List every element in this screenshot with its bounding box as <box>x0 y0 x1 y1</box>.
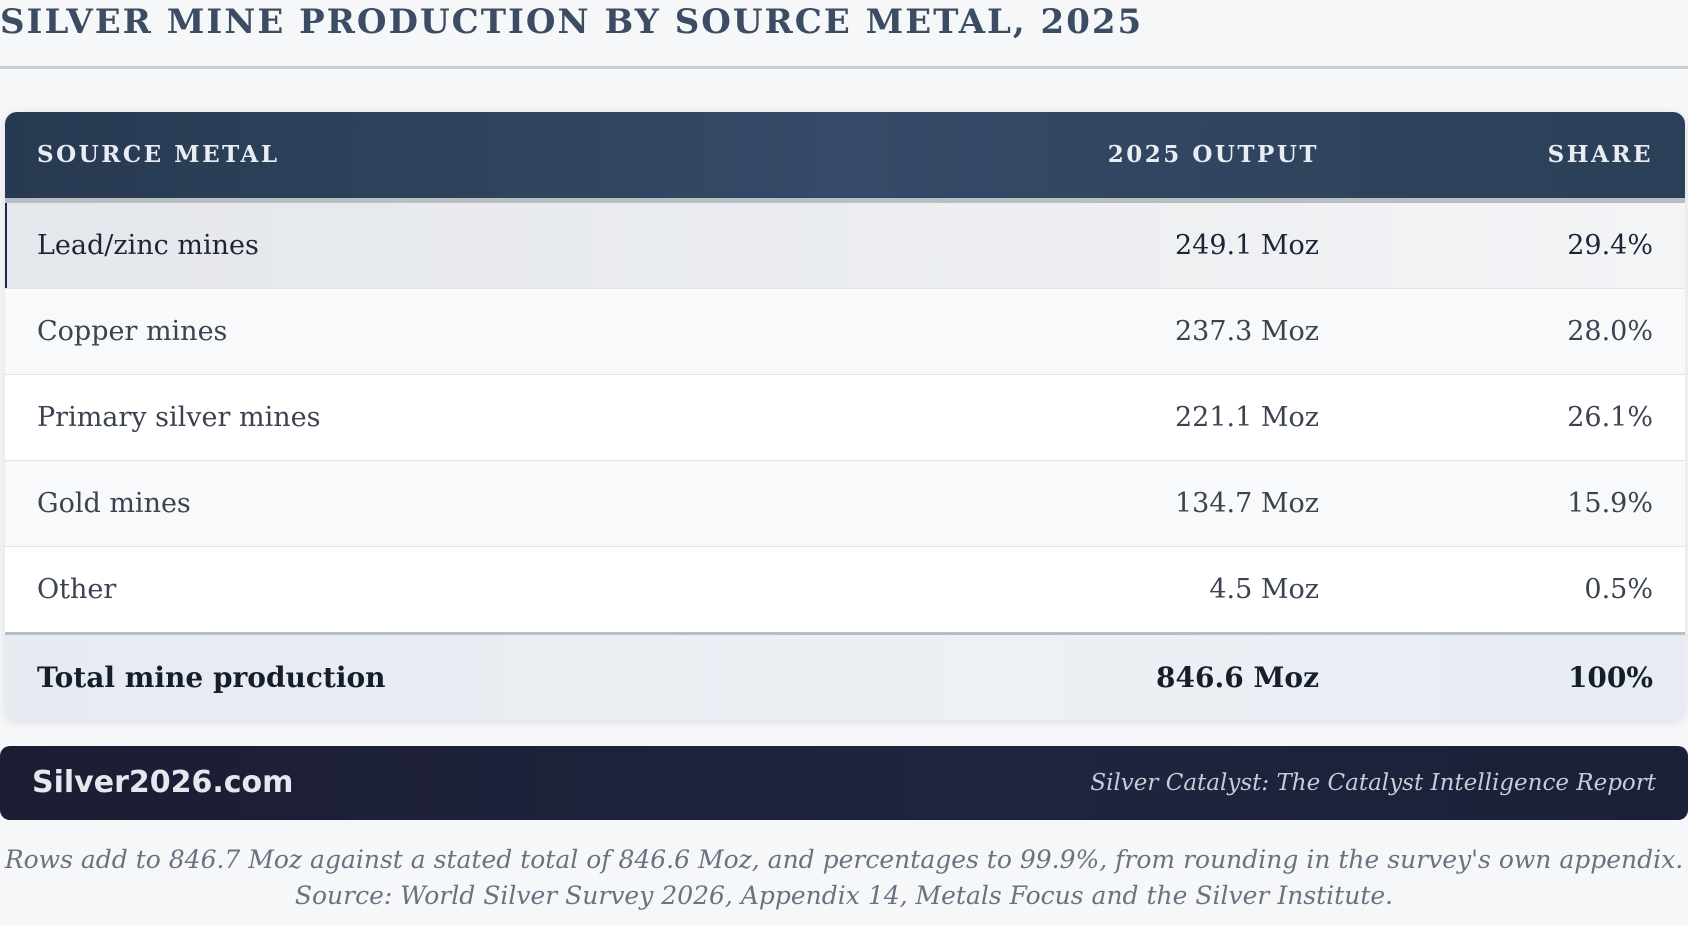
table-row: Lead/zinc mines 249.1 Moz 29.4% <box>5 203 1685 289</box>
page-title: SILVER MINE PRODUCTION BY SOURCE METAL, … <box>0 2 1144 42</box>
production-table: SOURCE METAL 2025 OUTPUT SHARE Lead/zinc… <box>5 112 1685 720</box>
cell-share: 26.1% <box>1567 402 1653 433</box>
brand-logo: Silver2026.com <box>32 765 294 800</box>
footer-bar: Silver2026.com Silver Catalyst: The Cata… <box>0 746 1688 820</box>
source-note: Source: World Silver Survey 2026, Append… <box>294 881 1394 910</box>
cell-source-metal: Copper mines <box>37 316 228 347</box>
cell-share: 29.4% <box>1567 230 1653 261</box>
cell-source-metal: Gold mines <box>37 488 191 519</box>
title-divider <box>0 66 1688 69</box>
header-share: SHARE <box>1547 141 1653 168</box>
cell-share: 28.0% <box>1567 316 1653 347</box>
cell-output: 249.1 Moz <box>1174 230 1319 261</box>
total-row: Total mine production 846.6 Moz 100% <box>5 632 1685 720</box>
header-2025-output: 2025 OUTPUT <box>1107 141 1319 168</box>
table-row: Copper mines 237.3 Moz 28.0% <box>5 289 1685 375</box>
cell-output: 4.5 Moz <box>1209 574 1319 605</box>
total-label: Total mine production <box>37 661 386 694</box>
rounding-note: Rows add to 846.7 Moz against a stated t… <box>4 845 1684 874</box>
cell-output: 237.3 Moz <box>1174 316 1319 347</box>
table-row: Primary silver mines 221.1 Moz 26.1% <box>5 375 1685 461</box>
cell-share: 15.9% <box>1567 488 1653 519</box>
header-source-metal: SOURCE METAL <box>37 141 280 168</box>
cell-source-metal: Lead/zinc mines <box>37 230 259 261</box>
cell-source-metal: Primary silver mines <box>37 402 321 433</box>
cell-output: 221.1 Moz <box>1174 402 1319 433</box>
cell-output: 134.7 Moz <box>1174 488 1319 519</box>
table-row: Gold mines 134.7 Moz 15.9% <box>5 461 1685 547</box>
total-output: 846.6 Moz <box>1156 661 1319 694</box>
table-header: SOURCE METAL 2025 OUTPUT SHARE <box>5 112 1685 203</box>
report-name: Silver Catalyst: The Catalyst Intelligen… <box>1090 770 1656 796</box>
page: SILVER MINE PRODUCTION BY SOURCE METAL, … <box>0 0 1688 926</box>
cell-share: 0.5% <box>1584 574 1653 605</box>
table-body: Lead/zinc mines 249.1 Moz 29.4% Copper m… <box>5 203 1685 633</box>
footnotes: Rows add to 846.7 Moz against a stated t… <box>0 842 1688 914</box>
cell-source-metal: Other <box>37 574 117 605</box>
table-row: Other 4.5 Moz 0.5% <box>5 547 1685 633</box>
total-share: 100% <box>1567 661 1653 694</box>
